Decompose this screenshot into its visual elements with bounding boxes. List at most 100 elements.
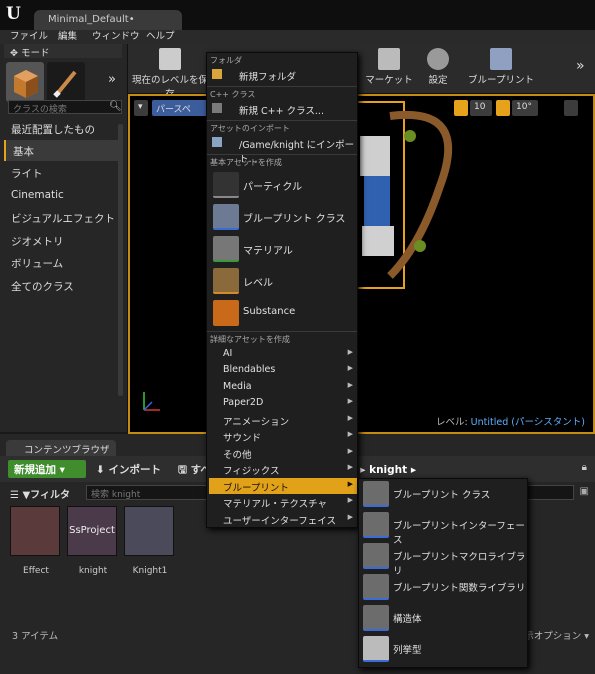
menu-blueprint-class[interactable]: ブループリント クラス xyxy=(209,202,357,232)
modes-scrollbar[interactable] xyxy=(118,124,123,396)
modes-tab[interactable]: ✥ モード xyxy=(4,44,122,59)
category-volumes[interactable]: ボリューム xyxy=(4,252,118,273)
knight-character-image[interactable] xyxy=(350,96,500,296)
category-all-classes[interactable]: 全てのクラス xyxy=(4,275,118,296)
menu-file[interactable]: ファイル xyxy=(10,30,48,44)
category-geometry[interactable]: ジオメトリ xyxy=(4,230,118,251)
submenu-blueprint-class[interactable]: ブループリント クラス xyxy=(361,479,527,509)
main-toolbar: 現在のレベルを保存 マーケット 設定 ブループリント » xyxy=(128,44,595,100)
level-viewport[interactable]: ▾ パースペ 10 10° レベル: Untitled (パーシスタント) xyxy=(128,94,595,434)
content-browser-tab[interactable]: コンテンツブラウザ xyxy=(6,440,116,456)
marketplace-icon xyxy=(378,48,400,70)
viewport-options-icon[interactable]: ▾ xyxy=(134,100,148,116)
section-basic-assets: 基本アセットを作成 xyxy=(210,158,282,167)
search-icon[interactable]: 🔍︎ xyxy=(109,101,122,112)
axis-gizmo-icon xyxy=(143,392,160,411)
submenu-blueprint-macro-library[interactable]: ブループリントマクロライブラリ xyxy=(361,541,527,577)
menu-paper2d[interactable]: Paper2D ▶ xyxy=(209,395,357,411)
modes-tab-icon: ✥ xyxy=(10,48,21,59)
marketplace-button[interactable]: マーケット xyxy=(364,46,414,92)
add-new-button[interactable]: 新規追加 ▾ xyxy=(8,460,86,478)
category-lights[interactable]: ライト xyxy=(4,162,118,183)
asset-label: Effect xyxy=(23,566,49,576)
menu-ai[interactable]: AI ▶ xyxy=(209,346,357,362)
menu-user-interface[interactable]: ユーザーインターフェイス ▶ xyxy=(209,511,357,527)
category-basic[interactable]: 基本 xyxy=(4,140,118,161)
menu-window[interactable]: ウィンドウ xyxy=(92,30,140,44)
menu-new-cpp-class[interactable]: 新規 C++ クラス... xyxy=(209,101,357,117)
submenu-blueprint-function-library[interactable]: ブループリント関数ライブラリ xyxy=(361,572,527,602)
particle-icon xyxy=(213,172,239,198)
breadcrumb-knight[interactable]: knight xyxy=(369,464,407,476)
category-visual-effects[interactable]: ビジュアルエフェクト xyxy=(4,207,118,228)
level-name-link[interactable]: Untitled (パーシスタント) xyxy=(471,417,585,428)
menu-animation[interactable]: アニメーション ▶ xyxy=(209,412,357,428)
add-new-label: 新規追加 xyxy=(14,464,56,476)
expand-chevron-icon[interactable]: » xyxy=(108,72,116,87)
download-icon: ⬇ xyxy=(96,464,109,476)
submenu-arrow-icon: ▶ xyxy=(347,496,353,504)
function-library-icon xyxy=(363,574,389,600)
section-folder: フォルダ xyxy=(210,56,242,65)
item-count: 3 アイテム xyxy=(12,631,59,642)
class-search-input[interactable]: クラスの検索 xyxy=(8,100,122,115)
lock-icon[interactable]: 🔒︎ xyxy=(582,462,587,473)
structure-icon xyxy=(363,605,389,631)
save-level-button[interactable]: 現在のレベルを保存 xyxy=(132,46,208,100)
menu-edit[interactable]: 編集 xyxy=(58,30,77,44)
settings-button[interactable]: 設定 xyxy=(418,46,458,92)
asset-tile-knight[interactable]: SsProject xyxy=(67,506,117,556)
save-search-icon[interactable]: ▣ xyxy=(580,486,589,497)
menu-media[interactable]: Media ▶ xyxy=(209,379,357,395)
menu-separator xyxy=(207,154,357,155)
menu-material[interactable]: マテリアル xyxy=(209,234,357,264)
section-cpp: C++ クラス xyxy=(210,90,256,99)
modes-panel: ✥ モード » クラスの検索 🔍︎ 最近配置したもの 基本 ライト Cinema… xyxy=(0,44,128,432)
import-label: インポート xyxy=(108,464,161,476)
menu-substance[interactable]: Substance xyxy=(209,298,357,328)
category-cinematic[interactable]: Cinematic xyxy=(4,185,118,206)
category-recent[interactable]: 最近配置したもの xyxy=(4,118,118,139)
menu-blueprints[interactable]: ブループリント ▶ xyxy=(209,478,357,494)
asset-label: Knight1 xyxy=(132,566,168,576)
chevron-down-icon: ▾ xyxy=(59,464,65,476)
filter-button[interactable]: ☰ ▼フィルタ xyxy=(10,486,70,501)
blueprints-submenu: ブループリント クラス ブループリントインターフェース ブループリントマクロライ… xyxy=(358,478,528,668)
blueprint-icon xyxy=(490,48,512,70)
asset-tile-knight1[interactable] xyxy=(124,506,174,556)
blueprints-button[interactable]: ブループリント xyxy=(466,46,536,92)
asset-tile-effect[interactable] xyxy=(10,506,60,556)
macro-library-icon xyxy=(363,543,389,569)
cpp-icon xyxy=(212,103,222,113)
submenu-arrow-icon: ▶ xyxy=(347,397,353,405)
level-icon xyxy=(213,268,239,294)
rotation-snap-value[interactable]: 10° xyxy=(512,100,538,116)
perspective-button[interactable]: パースペ xyxy=(152,100,208,116)
menu-blendables[interactable]: Blendables ▶ xyxy=(209,362,357,378)
submenu-structure[interactable]: 構造体 xyxy=(361,603,527,633)
menu-sound[interactable]: サウンド ▶ xyxy=(209,428,357,444)
submenu-blueprint-interface[interactable]: ブループリントインターフェース xyxy=(361,510,527,546)
maximize-icon[interactable] xyxy=(564,100,578,116)
import-button[interactable]: ⬇ インポート xyxy=(96,462,161,477)
blueprints-label: ブループリント xyxy=(468,75,534,86)
level-prefix: レベル: xyxy=(435,417,468,428)
menu-materials-textures[interactable]: マテリアル・テクスチャ ▶ xyxy=(209,494,357,510)
menu-import-to[interactable]: /Game/knight にインポート... xyxy=(209,135,357,165)
tree-toggle-icon: ☰ ▼ xyxy=(10,490,31,501)
document-tab[interactable]: Minimal_Default• xyxy=(34,10,182,30)
filter-label: フィルタ xyxy=(30,490,70,501)
menu-help[interactable]: ヘルプ xyxy=(146,30,175,44)
unreal-logo-icon[interactable]: U xyxy=(6,4,24,24)
submenu-arrow-icon: ▶ xyxy=(347,364,353,372)
menu-physics[interactable]: フィジックス ▶ xyxy=(209,461,357,477)
material-icon xyxy=(213,236,239,262)
place-mode-icon[interactable] xyxy=(6,62,44,102)
menu-misc[interactable]: その他 ▶ xyxy=(209,445,357,461)
paint-mode-icon[interactable] xyxy=(47,62,85,102)
toolbar-expand-icon[interactable]: » xyxy=(576,58,585,74)
menu-level[interactable]: レベル xyxy=(209,266,357,296)
submenu-enumeration[interactable]: 列挙型 xyxy=(361,634,527,664)
menu-particle-system[interactable]: パーティクル xyxy=(209,170,357,200)
menu-new-folder[interactable]: 新規フォルダ xyxy=(209,67,357,83)
